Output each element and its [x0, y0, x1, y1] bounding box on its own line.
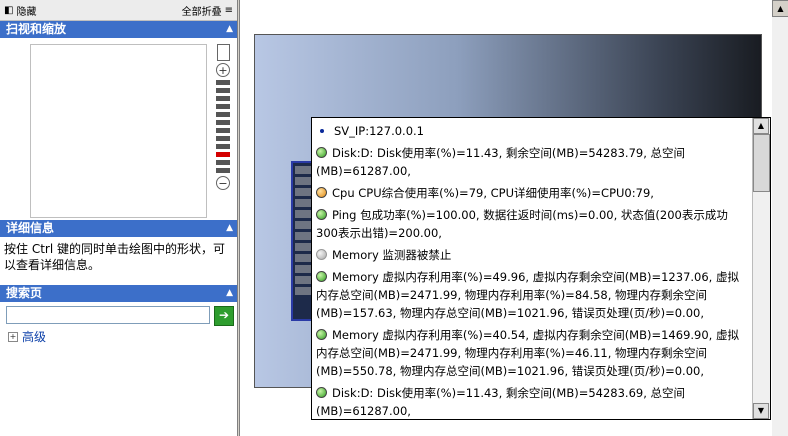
detail-popup: SV_IP:127.0.0.1 Disk:D: Disk使用率(%)=11.43…	[311, 117, 771, 420]
search-input[interactable]	[6, 306, 210, 324]
details-section-header[interactable]: 详细信息 ▲	[0, 220, 237, 237]
entry-text: Memory 虚拟内存利用率(%)=49.96, 虚拟内存剩余空间(MB)=12…	[316, 270, 739, 320]
scroll-up-icon[interactable]: ▲	[772, 0, 788, 17]
popup-scrollbar[interactable]: ▲ ▼	[752, 118, 770, 419]
advanced-label: 高级	[22, 330, 47, 344]
entry-text: Disk:D: Disk使用率(%)=11.43, 剩余空间(MB)=54283…	[316, 146, 686, 178]
status-green-icon	[316, 209, 327, 220]
collapse-arrow-icon[interactable]: ▲	[226, 285, 233, 302]
collapse-all-button[interactable]: 全部折叠 ≡	[182, 3, 233, 18]
search-go-button[interactable]: ➔	[214, 306, 234, 326]
popup-entry: Disk:D: Disk使用率(%)=11.43, 剩余空间(MB)=54283…	[316, 144, 748, 180]
status-green-icon	[316, 147, 327, 158]
popup-content: SV_IP:127.0.0.1 Disk:D: Disk使用率(%)=11.43…	[312, 118, 752, 419]
scroll-down-icon[interactable]: ▼	[753, 403, 769, 419]
popup-entry: SV_IP:127.0.0.1	[316, 122, 748, 140]
popup-entry: Cpu CPU综合使用率(%)=79, CPU详细使用率(%)=CPU0:79,	[316, 184, 748, 202]
zoom-out-icon[interactable]: −	[216, 176, 230, 190]
status-green-icon	[316, 271, 327, 282]
details-text: 按住 Ctrl 键的同时单击绘图中的形状，可以查看详细信息。	[4, 242, 225, 272]
collapse-arrow-icon[interactable]: ▲	[226, 21, 233, 38]
scan-section-header[interactable]: 扫视和缩放 ▲	[0, 21, 237, 38]
left-panel: ◧ 隐藏 全部折叠 ≡ 扫视和缩放 ▲ + − 详细信息 ▲ 按住 Ctrl 键…	[0, 0, 238, 436]
status-green-icon	[316, 329, 327, 340]
zoom-slider[interactable]: + −	[216, 44, 232, 192]
popup-entry: Memory 虚拟内存利用率(%)=40.54, 虚拟内存剩余空间(MB)=14…	[316, 326, 748, 380]
popup-entry: Memory 监测器被禁止	[316, 246, 748, 264]
zoom-step[interactable]	[216, 80, 230, 85]
fit-page-icon[interactable]	[217, 44, 230, 61]
hide-label: 隐藏	[16, 7, 37, 18]
entry-text: SV_IP:127.0.0.1	[334, 124, 424, 138]
zoom-in-icon[interactable]: +	[216, 63, 230, 77]
zoom-step[interactable]	[216, 144, 230, 149]
advanced-search-toggle[interactable]: + 高级	[8, 328, 46, 345]
zoom-step[interactable]	[216, 160, 230, 165]
arrow-right-icon: ➔	[218, 308, 230, 322]
scroll-thumb[interactable]	[753, 134, 770, 192]
collapse-all-label: 全部折叠	[181, 7, 222, 18]
search-section-title: 搜索页	[6, 286, 43, 300]
collapse-all-icon: ≡	[224, 5, 233, 16]
entry-text: Disk:D: Disk使用率(%)=11.43, 剩余空间(MB)=54283…	[316, 386, 686, 418]
scan-section-title: 扫视和缩放	[6, 22, 67, 36]
popup-entry: Ping 包成功率(%)=100.00, 数据往返时间(ms)=0.00, 状态…	[316, 206, 748, 242]
zoom-step[interactable]	[216, 112, 230, 117]
zoom-step[interactable]	[216, 128, 230, 133]
zoom-step[interactable]	[216, 136, 230, 141]
popup-entry: Disk:D: Disk使用率(%)=11.43, 剩余空间(MB)=54283…	[316, 384, 748, 419]
status-gray-icon	[316, 249, 327, 260]
collapse-arrow-icon[interactable]: ▲	[226, 220, 233, 237]
search-row: ➔	[0, 302, 237, 328]
zoom-step[interactable]	[216, 104, 230, 109]
collapse-panel-icon: ◧	[4, 5, 14, 16]
search-section-header[interactable]: 搜索页 ▲	[0, 285, 237, 302]
scan-zoom-panel: + −	[0, 38, 237, 220]
entry-text: Cpu CPU综合使用率(%)=79, CPU详细使用率(%)=CPU0:79,	[332, 186, 654, 200]
bullet-icon	[320, 129, 324, 133]
zoom-step[interactable]	[216, 96, 230, 101]
zoom-step[interactable]	[216, 168, 230, 173]
status-orange-icon	[316, 187, 327, 198]
details-section-title: 详细信息	[6, 221, 55, 235]
hide-button[interactable]: ◧ 隐藏	[4, 3, 36, 18]
zoom-step[interactable]	[216, 88, 230, 93]
popup-entry: Memory 虚拟内存利用率(%)=49.96, 虚拟内存剩余空间(MB)=12…	[316, 268, 748, 322]
left-toolbar: ◧ 隐藏 全部折叠 ≡	[0, 0, 237, 21]
entry-text: Memory 虚拟内存利用率(%)=40.54, 虚拟内存剩余空间(MB)=14…	[316, 328, 739, 378]
overview-canvas[interactable]	[30, 44, 207, 218]
entry-text: Memory 监测器被禁止	[332, 248, 452, 262]
status-green-icon	[316, 387, 327, 398]
entry-text: Ping 包成功率(%)=100.00, 数据往返时间(ms)=0.00, 状态…	[316, 208, 728, 240]
expand-plus-icon: +	[8, 331, 18, 342]
zoom-step[interactable]	[216, 120, 230, 125]
scroll-up-icon[interactable]: ▲	[753, 118, 769, 134]
zoom-level-indicator[interactable]	[216, 152, 230, 157]
main-vertical-scrollbar[interactable]: ▲	[772, 0, 788, 436]
